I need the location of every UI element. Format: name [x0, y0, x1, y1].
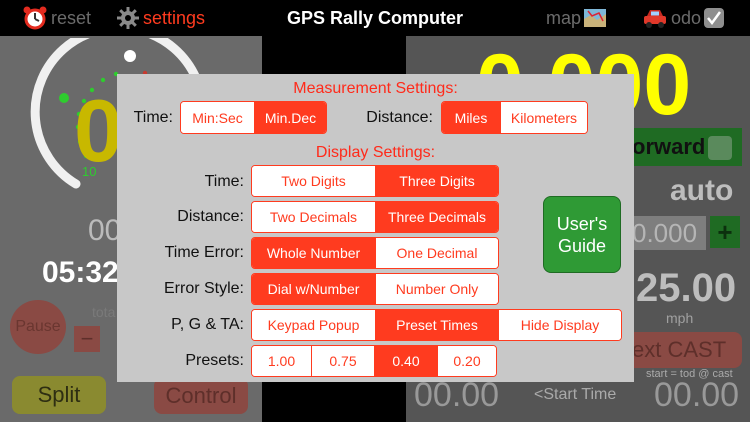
total-label: tota	[92, 304, 116, 320]
error-style-toggle: Dial w/Number Number Only	[251, 273, 499, 305]
preset-option[interactable]: 0.75	[311, 346, 374, 376]
hide-display-option[interactable]: Hide Display	[498, 310, 621, 340]
measurement-settings-title: Measurement Settings:	[293, 80, 458, 97]
map-button[interactable]: map	[546, 5, 610, 31]
min-dec-option[interactable]: Min.Dec	[254, 102, 326, 133]
map-icon	[584, 9, 607, 27]
time-error-toggle: Whole Number One Decimal	[251, 237, 499, 269]
pg-ta-label: P, G & TA:	[171, 316, 244, 333]
display-distance-label: Distance:	[177, 208, 244, 225]
start-time-label: <Start Time	[534, 386, 617, 403]
three-decimals-option[interactable]: Three Decimals	[375, 202, 498, 232]
forward-label: orward	[632, 134, 706, 159]
preset-option[interactable]: 0.40	[374, 346, 437, 376]
car-icon	[644, 10, 666, 28]
whole-number-option[interactable]: Whole Number	[252, 238, 375, 268]
pg-ta-toggle: Keypad Popup Preset Times Hide Display	[251, 309, 622, 341]
two-decimals-option[interactable]: Two Decimals	[252, 202, 375, 232]
measure-time-label: Time:	[133, 109, 173, 126]
preset-option[interactable]: 0.20	[437, 346, 496, 376]
arrow-up-icon	[708, 136, 732, 160]
kilometers-option[interactable]: Kilometers	[500, 102, 587, 133]
elapsed-time: 05:32	[42, 256, 119, 289]
miles-option[interactable]: Miles	[442, 102, 500, 133]
dial-with-number-option[interactable]: Dial w/Number	[252, 274, 375, 304]
users-guide-button[interactable]: User's Guide	[543, 196, 621, 273]
adjust-value[interactable]: 0.000	[632, 216, 706, 250]
odo-label: odo	[671, 7, 702, 28]
preset-option[interactable]: 1.00	[252, 346, 311, 376]
settings-dialog: Measurement Settings: Time: Min:Sec Min.…	[117, 74, 634, 382]
minus-button[interactable]: −	[74, 326, 100, 352]
distance-unit-toggle: Miles Kilometers	[441, 101, 588, 134]
app-title: GPS Rally Computer	[286, 7, 464, 28]
one-decimal-option[interactable]: One Decimal	[375, 238, 498, 268]
presets-label: Presets:	[185, 352, 244, 369]
speed-value: 25.00	[636, 266, 737, 310]
distance-unit-label: Distance:	[366, 109, 433, 126]
top-bar: reset settings GPS Rally Computer map od…	[0, 0, 750, 36]
map-label: map	[546, 7, 582, 28]
display-time-label: Time:	[204, 173, 244, 190]
pause-button[interactable]: Pause	[10, 300, 66, 354]
min-sec-option[interactable]: Min:Sec	[181, 102, 254, 133]
keypad-popup-option[interactable]: Keypad Popup	[252, 310, 375, 340]
three-digits-option[interactable]: Three Digits	[375, 166, 498, 196]
mode-label: auto	[670, 174, 734, 207]
presets-toggle: 1.00 0.75 0.40 0.20	[251, 345, 497, 377]
time-error-label: Time Error:	[164, 244, 244, 261]
measure-time-toggle: Min:Sec Min.Dec	[180, 101, 327, 134]
number-only-option[interactable]: Number Only	[375, 274, 498, 304]
display-settings-title: Display Settings:	[315, 144, 436, 161]
display-distance-toggle: Two Decimals Three Decimals	[251, 201, 499, 233]
display-time-toggle: Two Digits Three Digits	[251, 165, 499, 197]
next-cast-label: ext CAST	[632, 337, 727, 362]
speed-unit: mph	[666, 310, 694, 326]
checkbox-checked-icon	[704, 8, 725, 28]
error-style-label: Error Style:	[163, 280, 244, 297]
two-digits-option[interactable]: Two Digits	[252, 166, 375, 196]
odo-button[interactable]: odo	[642, 5, 728, 31]
split-button[interactable]: Split	[12, 376, 106, 414]
bottom-right-value: 00.00	[654, 376, 740, 414]
control-button[interactable]: Control	[154, 378, 248, 414]
preset-times-option[interactable]: Preset Times	[375, 310, 498, 340]
plus-button[interactable]: +	[710, 216, 740, 248]
error-value: 0	[74, 81, 123, 180]
